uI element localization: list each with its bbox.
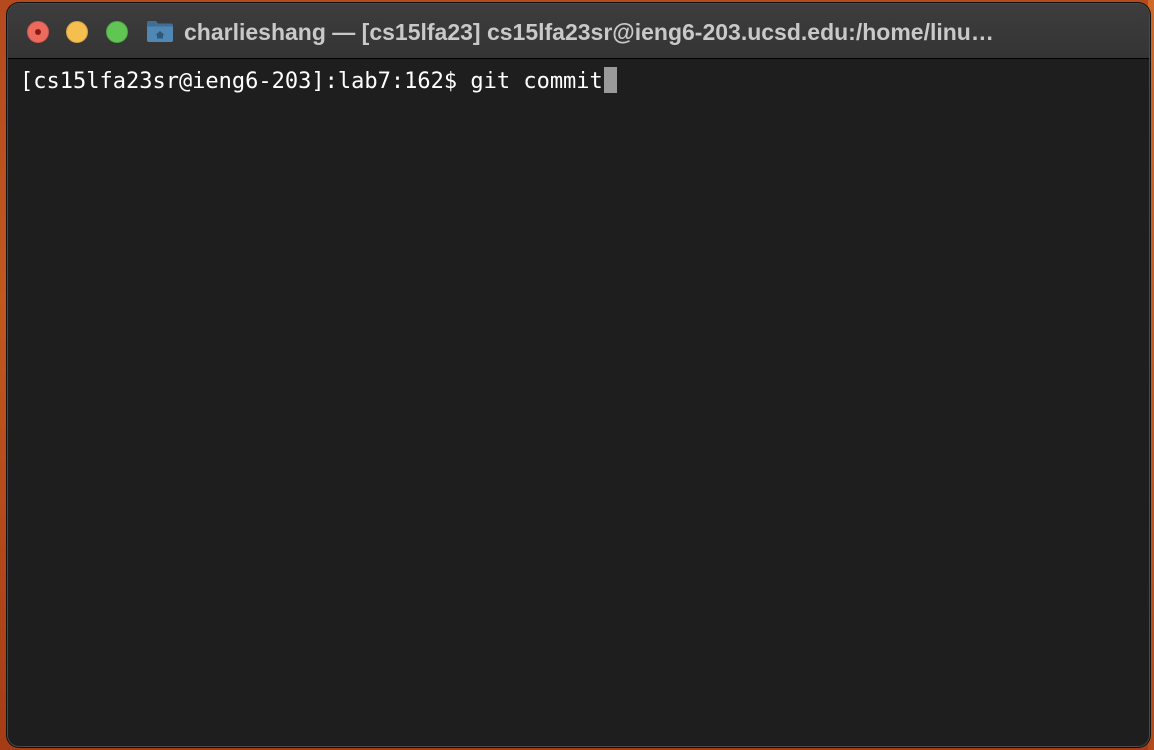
- terminal-line: [cs15lfa23sr@ieng6-203]:lab7:162$ git co…: [20, 67, 617, 95]
- shell-prompt: [cs15lfa23sr@ieng6-203]:lab7:162$: [20, 69, 471, 94]
- close-button[interactable]: [27, 21, 49, 43]
- command-text: git commit: [470, 69, 603, 94]
- close-icon: [35, 29, 41, 35]
- minimize-button[interactable]: [66, 21, 88, 43]
- title-bar[interactable]: charlieshang — [cs15lfa23] cs15lfa23sr@i…: [8, 4, 1149, 59]
- window-title: charlieshang — [cs15lfa23] cs15lfa23sr@i…: [184, 19, 994, 45]
- text-cursor: [603, 67, 617, 93]
- terminal-window: charlieshang — [cs15lfa23] cs15lfa23sr@i…: [8, 4, 1149, 746]
- terminal-content[interactable]: [cs15lfa23sr@ieng6-203]:lab7:162$ git co…: [8, 59, 1149, 746]
- folder-home-icon: [147, 21, 173, 42]
- maximize-button[interactable]: [106, 21, 128, 43]
